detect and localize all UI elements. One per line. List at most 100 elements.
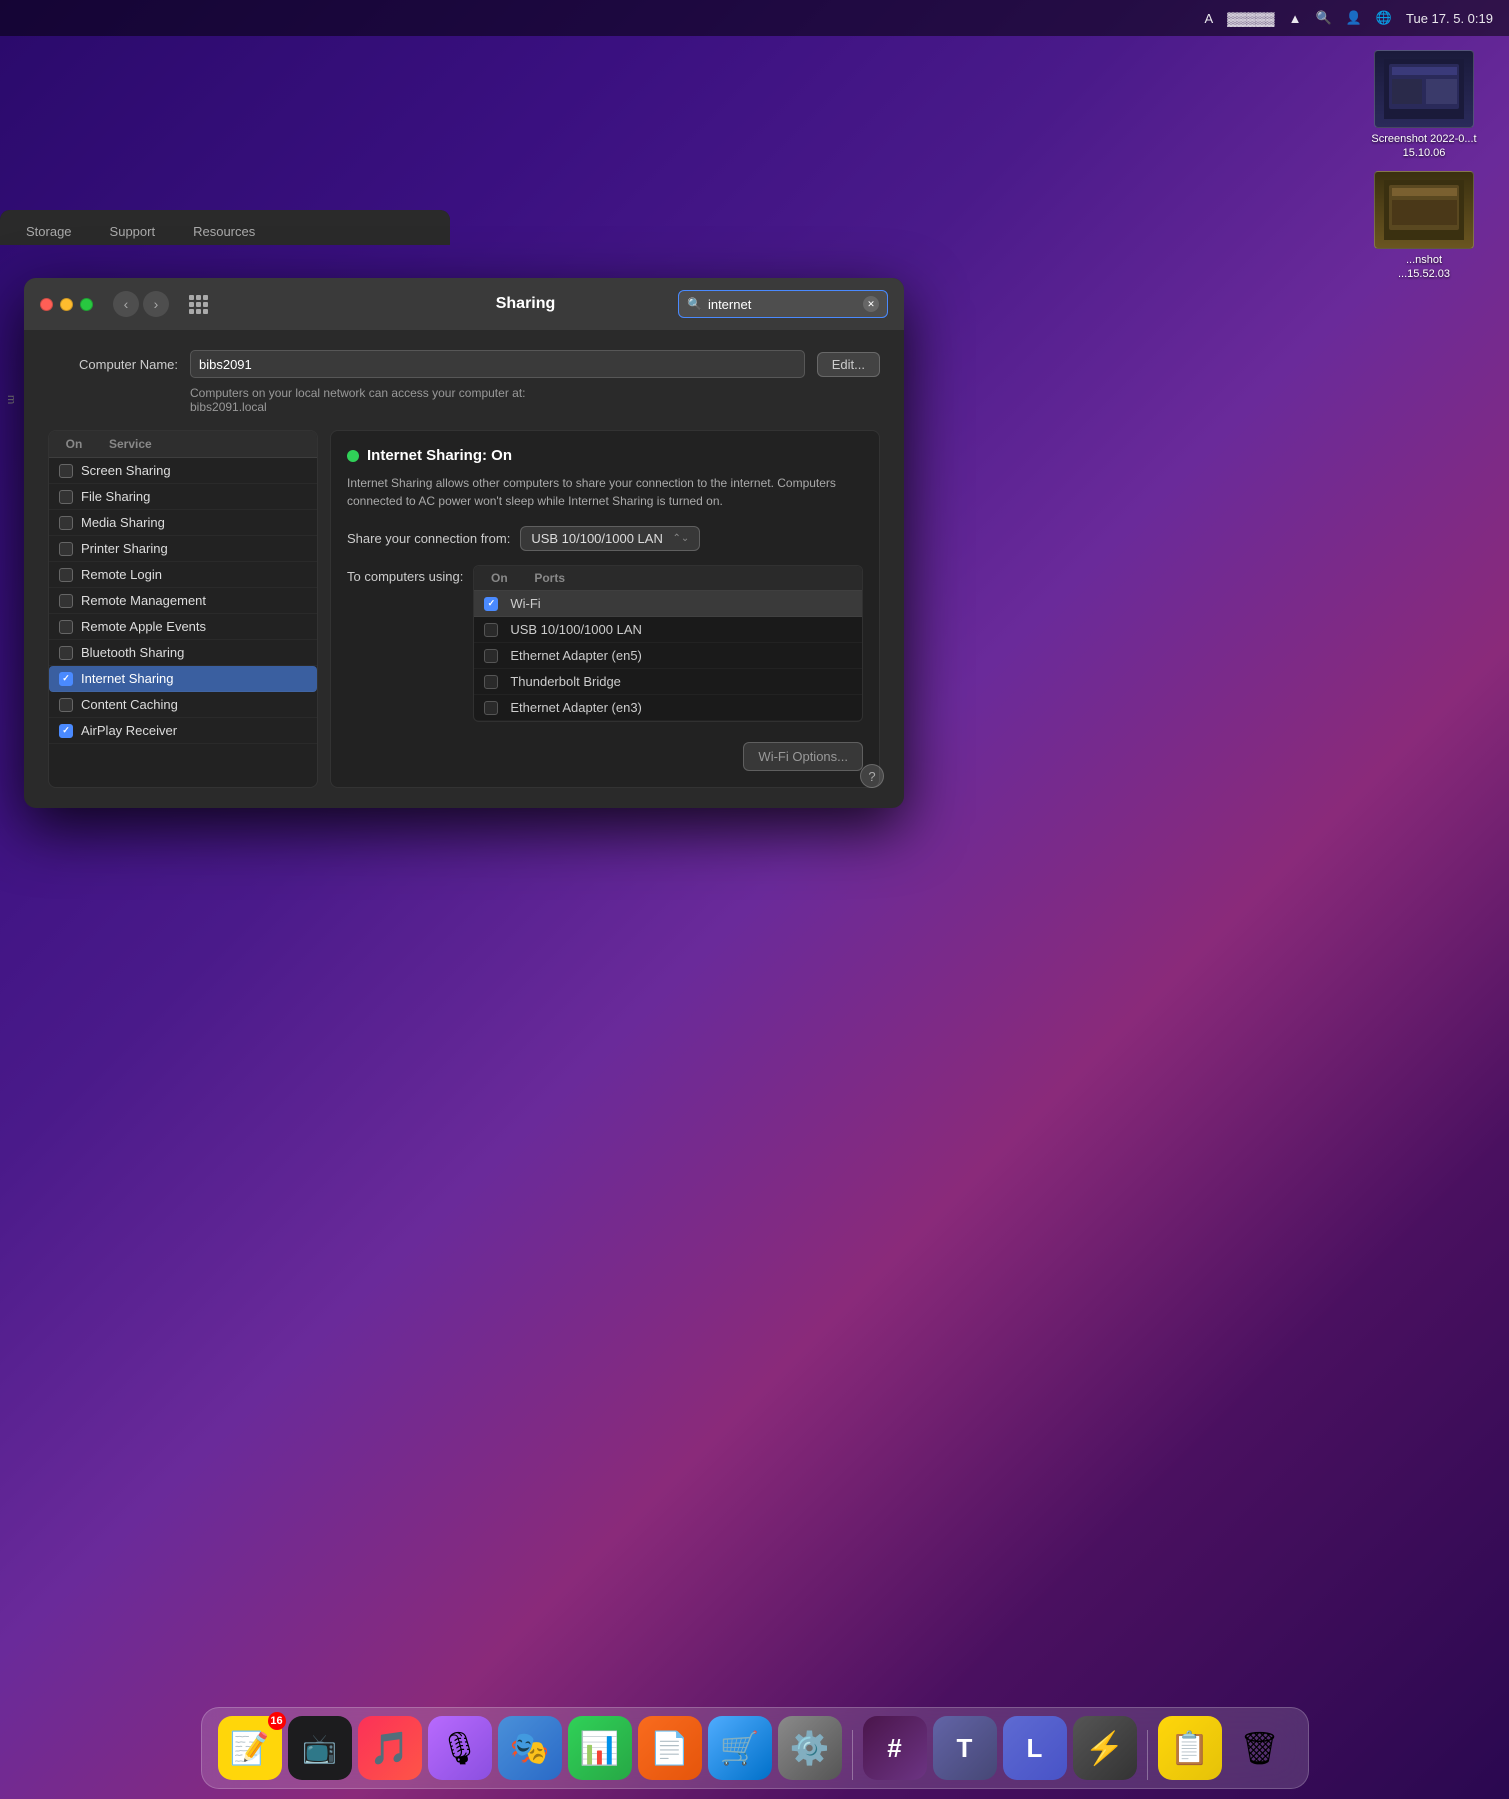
dock-item-appstore[interactable]: 🛒	[708, 1716, 772, 1780]
service-row-remote-login[interactable]: Remote Login	[49, 562, 317, 588]
service-name-internet-sharing: Internet Sharing	[81, 671, 174, 686]
screenshot2-thumb	[1374, 171, 1474, 249]
desktop-icon-screenshot2[interactable]: ...nshot...15.52.03	[1374, 171, 1474, 282]
desktop-icons: Screenshot 2022-0...t 15.10.06 ...nshot.…	[1369, 50, 1479, 281]
service-row-remote-apple-events[interactable]: Remote Apple Events	[49, 614, 317, 640]
port-name-usb: USB 10/100/1000 LAN	[510, 622, 642, 637]
close-button[interactable]	[40, 298, 53, 311]
share-from-select[interactable]: USB 10/100/1000 LAN ⌃⌄	[520, 526, 700, 551]
menubar-siri[interactable]: 🌐	[1376, 10, 1392, 26]
appletv-icon: 📺	[302, 1732, 337, 1765]
search-icon: 🔍	[687, 297, 702, 311]
screenshot1-label: Screenshot 2022-0...t 15.10.06	[1369, 132, 1479, 161]
service-checkbox-remote-apple-events[interactable]	[59, 620, 73, 634]
port-checkbox-ethernet-en3[interactable]	[484, 701, 498, 715]
service-row-content-caching[interactable]: Content Caching	[49, 692, 317, 718]
bg-tab-resources[interactable]: Resources	[175, 218, 273, 245]
services-header: On Service	[49, 431, 317, 458]
apps-grid-button[interactable]	[185, 291, 211, 317]
dock-item-clipboard[interactable]: 📋	[1158, 1716, 1222, 1780]
ports-table: On Ports Wi-Fi USB 10/100/1000 LAN	[473, 565, 863, 722]
dock-item-linear[interactable]: L	[1003, 1716, 1067, 1780]
search-input[interactable]: internet	[708, 297, 857, 312]
service-name-file-sharing: File Sharing	[81, 489, 150, 504]
nav-buttons: ‹ ›	[113, 291, 169, 317]
service-checkbox-bluetooth-sharing[interactable]	[59, 646, 73, 660]
service-row-internet-sharing[interactable]: Internet Sharing	[49, 666, 317, 692]
service-checkbox-file-sharing[interactable]	[59, 490, 73, 504]
service-row-remote-management[interactable]: Remote Management	[49, 588, 317, 614]
service-name-airplay-receiver: AirPlay Receiver	[81, 723, 177, 738]
dock-item-notes[interactable]: 📝 16	[218, 1716, 282, 1780]
dock-item-numbers[interactable]: 📊	[568, 1716, 632, 1780]
forward-button[interactable]: ›	[143, 291, 169, 317]
numbers-icon: 📊	[580, 1729, 620, 1767]
port-checkbox-thunderbolt[interactable]	[484, 675, 498, 689]
port-checkbox-wifi[interactable]	[484, 597, 498, 611]
wifi-options-button[interactable]: Wi-Fi Options...	[743, 742, 863, 771]
fullscreen-button[interactable]	[80, 298, 93, 311]
computer-name-input[interactable]	[190, 350, 805, 378]
back-button[interactable]: ‹	[113, 291, 139, 317]
port-row-thunderbolt[interactable]: Thunderbolt Bridge	[474, 669, 862, 695]
right-panel: Internet Sharing: On Internet Sharing al…	[330, 430, 880, 788]
bg-window-tabs: Storage Support Resources	[0, 210, 450, 245]
port-checkbox-usb[interactable]	[484, 623, 498, 637]
trash-icon: 🗑	[1239, 1729, 1280, 1767]
port-row-ethernet-en3[interactable]: Ethernet Adapter (en3)	[474, 695, 862, 721]
service-checkbox-printer-sharing[interactable]	[59, 542, 73, 556]
status-title: Internet Sharing: On	[367, 447, 512, 464]
service-checkbox-remote-login[interactable]	[59, 568, 73, 582]
service-name-content-caching: Content Caching	[81, 697, 178, 712]
help-button[interactable]: ?	[860, 764, 884, 788]
status-description: Internet Sharing allows other computers …	[347, 474, 863, 510]
bg-window: Storage Support Resources	[0, 210, 450, 245]
screenshot1-thumb	[1374, 50, 1474, 128]
edit-button[interactable]: Edit...	[817, 352, 880, 377]
service-row-printer-sharing[interactable]: Printer Sharing	[49, 536, 317, 562]
dock-item-pages[interactable]: 📄	[638, 1716, 702, 1780]
service-row-media-sharing[interactable]: Media Sharing	[49, 510, 317, 536]
menubar-search[interactable]: 🔍	[1315, 10, 1331, 26]
dock-item-slack[interactable]: #	[863, 1716, 927, 1780]
dock-item-music[interactable]: 🎵	[358, 1716, 422, 1780]
service-checkbox-remote-management[interactable]	[59, 594, 73, 608]
service-checkbox-media-sharing[interactable]	[59, 516, 73, 530]
port-row-ethernet-en5[interactable]: Ethernet Adapter (en5)	[474, 643, 862, 669]
dock-item-compressor[interactable]: ⚡	[1073, 1716, 1137, 1780]
search-box[interactable]: 🔍 internet ✕	[678, 290, 888, 318]
sidebar-text: m	[5, 395, 17, 405]
service-row-screen-sharing[interactable]: Screen Sharing	[49, 458, 317, 484]
service-row-file-sharing[interactable]: File Sharing	[49, 484, 317, 510]
dock-item-trash[interactable]: 🗑	[1228, 1716, 1292, 1780]
service-row-bluetooth-sharing[interactable]: Bluetooth Sharing	[49, 640, 317, 666]
computers-using-label: To computers using:	[347, 569, 463, 584]
dock-item-podcasts[interactable]: 🎙	[428, 1716, 492, 1780]
service-checkbox-internet-sharing[interactable]	[59, 672, 73, 686]
service-checkbox-airplay-receiver[interactable]	[59, 724, 73, 738]
dropdown-arrow-icon: ⌃⌄	[673, 533, 690, 544]
port-row-usb[interactable]: USB 10/100/1000 LAN	[474, 617, 862, 643]
clipboard-icon: 📋	[1170, 1729, 1210, 1767]
port-checkbox-ethernet-en5[interactable]	[484, 649, 498, 663]
service-row-airplay-receiver[interactable]: AirPlay Receiver	[49, 718, 317, 744]
dock-item-sysprefs[interactable]: ⚙️	[778, 1716, 842, 1780]
minimize-button[interactable]	[60, 298, 73, 311]
menubar-user[interactable]: 👤	[1346, 10, 1362, 26]
bg-tab-storage[interactable]: Storage	[8, 218, 90, 245]
bg-tab-support[interactable]: Support	[92, 218, 174, 245]
service-checkbox-content-caching[interactable]	[59, 698, 73, 712]
computers-using-row: To computers using: On Ports Wi-Fi USB	[347, 565, 863, 722]
menubar: A ▓▓▓▓▓ ▲ 🔍 👤 🌐 Tue 17. 5. 0:19	[0, 0, 1509, 36]
service-name-remote-apple-events: Remote Apple Events	[81, 619, 206, 634]
computer-name-row: Computer Name: Edit...	[48, 350, 880, 378]
dock-item-teams[interactable]: T	[933, 1716, 997, 1780]
desktop-icon-screenshot1[interactable]: Screenshot 2022-0...t 15.10.06	[1369, 50, 1479, 161]
dock-item-keynote[interactable]: 🎭	[498, 1716, 562, 1780]
status-row: Internet Sharing: On	[347, 447, 863, 464]
search-clear-button[interactable]: ✕	[863, 296, 879, 312]
dock-item-appletv[interactable]: 📺	[288, 1716, 352, 1780]
service-checkbox-screen-sharing[interactable]	[59, 464, 73, 478]
port-row-wifi[interactable]: Wi-Fi	[474, 591, 862, 617]
titlebar: ‹ › Sharing 🔍 internet ✕	[24, 278, 904, 330]
